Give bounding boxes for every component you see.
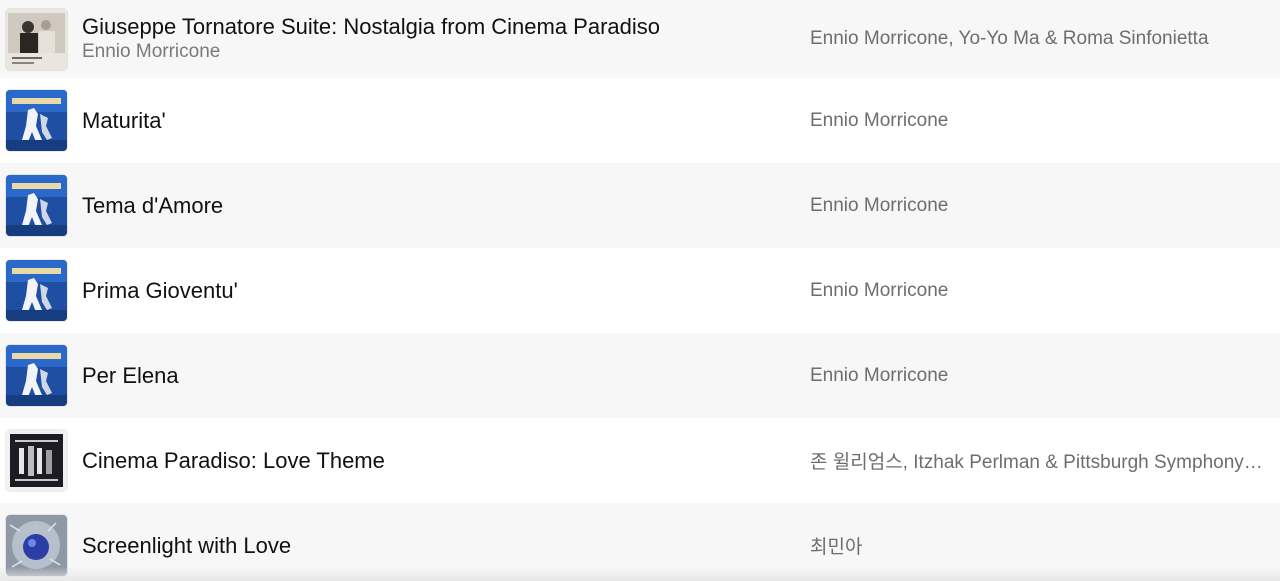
track-artist[interactable]: 최민아	[810, 532, 1280, 559]
album-art[interactable]	[6, 260, 67, 321]
track-title[interactable]: Screenlight with Love	[82, 533, 782, 559]
track-artist[interactable]: Ennio Morricone	[810, 195, 1280, 217]
track-title[interactable]: Prima Gioventu'	[82, 278, 782, 304]
track-title[interactable]: Cinema Paradiso: Love Theme	[82, 448, 782, 474]
track-title[interactable]: Giuseppe Tornatore Suite: Nostalgia from…	[82, 14, 782, 40]
track-artist[interactable]: Ennio Morricone, Yo-Yo Ma & Roma Sinfoni…	[810, 28, 1280, 50]
track-row[interactable]: Maturita' Ennio Morricone	[0, 78, 1280, 163]
track-row[interactable]: Prima Gioventu' Ennio Morricone	[0, 248, 1280, 333]
track-row[interactable]: Per Elena Ennio Morricone	[0, 333, 1280, 418]
track-row[interactable]: Giuseppe Tornatore Suite: Nostalgia from…	[0, 0, 1280, 78]
album-art[interactable]	[6, 430, 67, 491]
album-art[interactable]	[6, 8, 67, 70]
track-title[interactable]: Maturita'	[82, 108, 782, 134]
track-artist[interactable]: Ennio Morricone	[810, 365, 1280, 387]
album-art[interactable]	[6, 90, 67, 151]
track-artist[interactable]: Ennio Morricone	[810, 110, 1280, 132]
album-art[interactable]	[6, 175, 67, 236]
track-list: Giuseppe Tornatore Suite: Nostalgia from…	[0, 0, 1280, 581]
track-artist[interactable]: 존 윌리엄스, Itzhak Perlman & Pittsburgh Symp…	[810, 447, 1280, 474]
track-artist[interactable]: Ennio Morricone	[810, 280, 1280, 302]
track-row[interactable]: Screenlight with Love 최민아	[0, 503, 1280, 581]
track-title[interactable]: Per Elena	[82, 363, 782, 389]
track-row[interactable]: Tema d'Amore Ennio Morricone	[0, 163, 1280, 248]
album-art[interactable]	[6, 515, 67, 576]
track-subtitle[interactable]: Ennio Morricone	[82, 40, 782, 64]
track-title[interactable]: Tema d'Amore	[82, 193, 782, 219]
album-art[interactable]	[6, 345, 67, 406]
track-row[interactable]: Cinema Paradiso: Love Theme 존 윌리엄스, Itzh…	[0, 418, 1280, 503]
